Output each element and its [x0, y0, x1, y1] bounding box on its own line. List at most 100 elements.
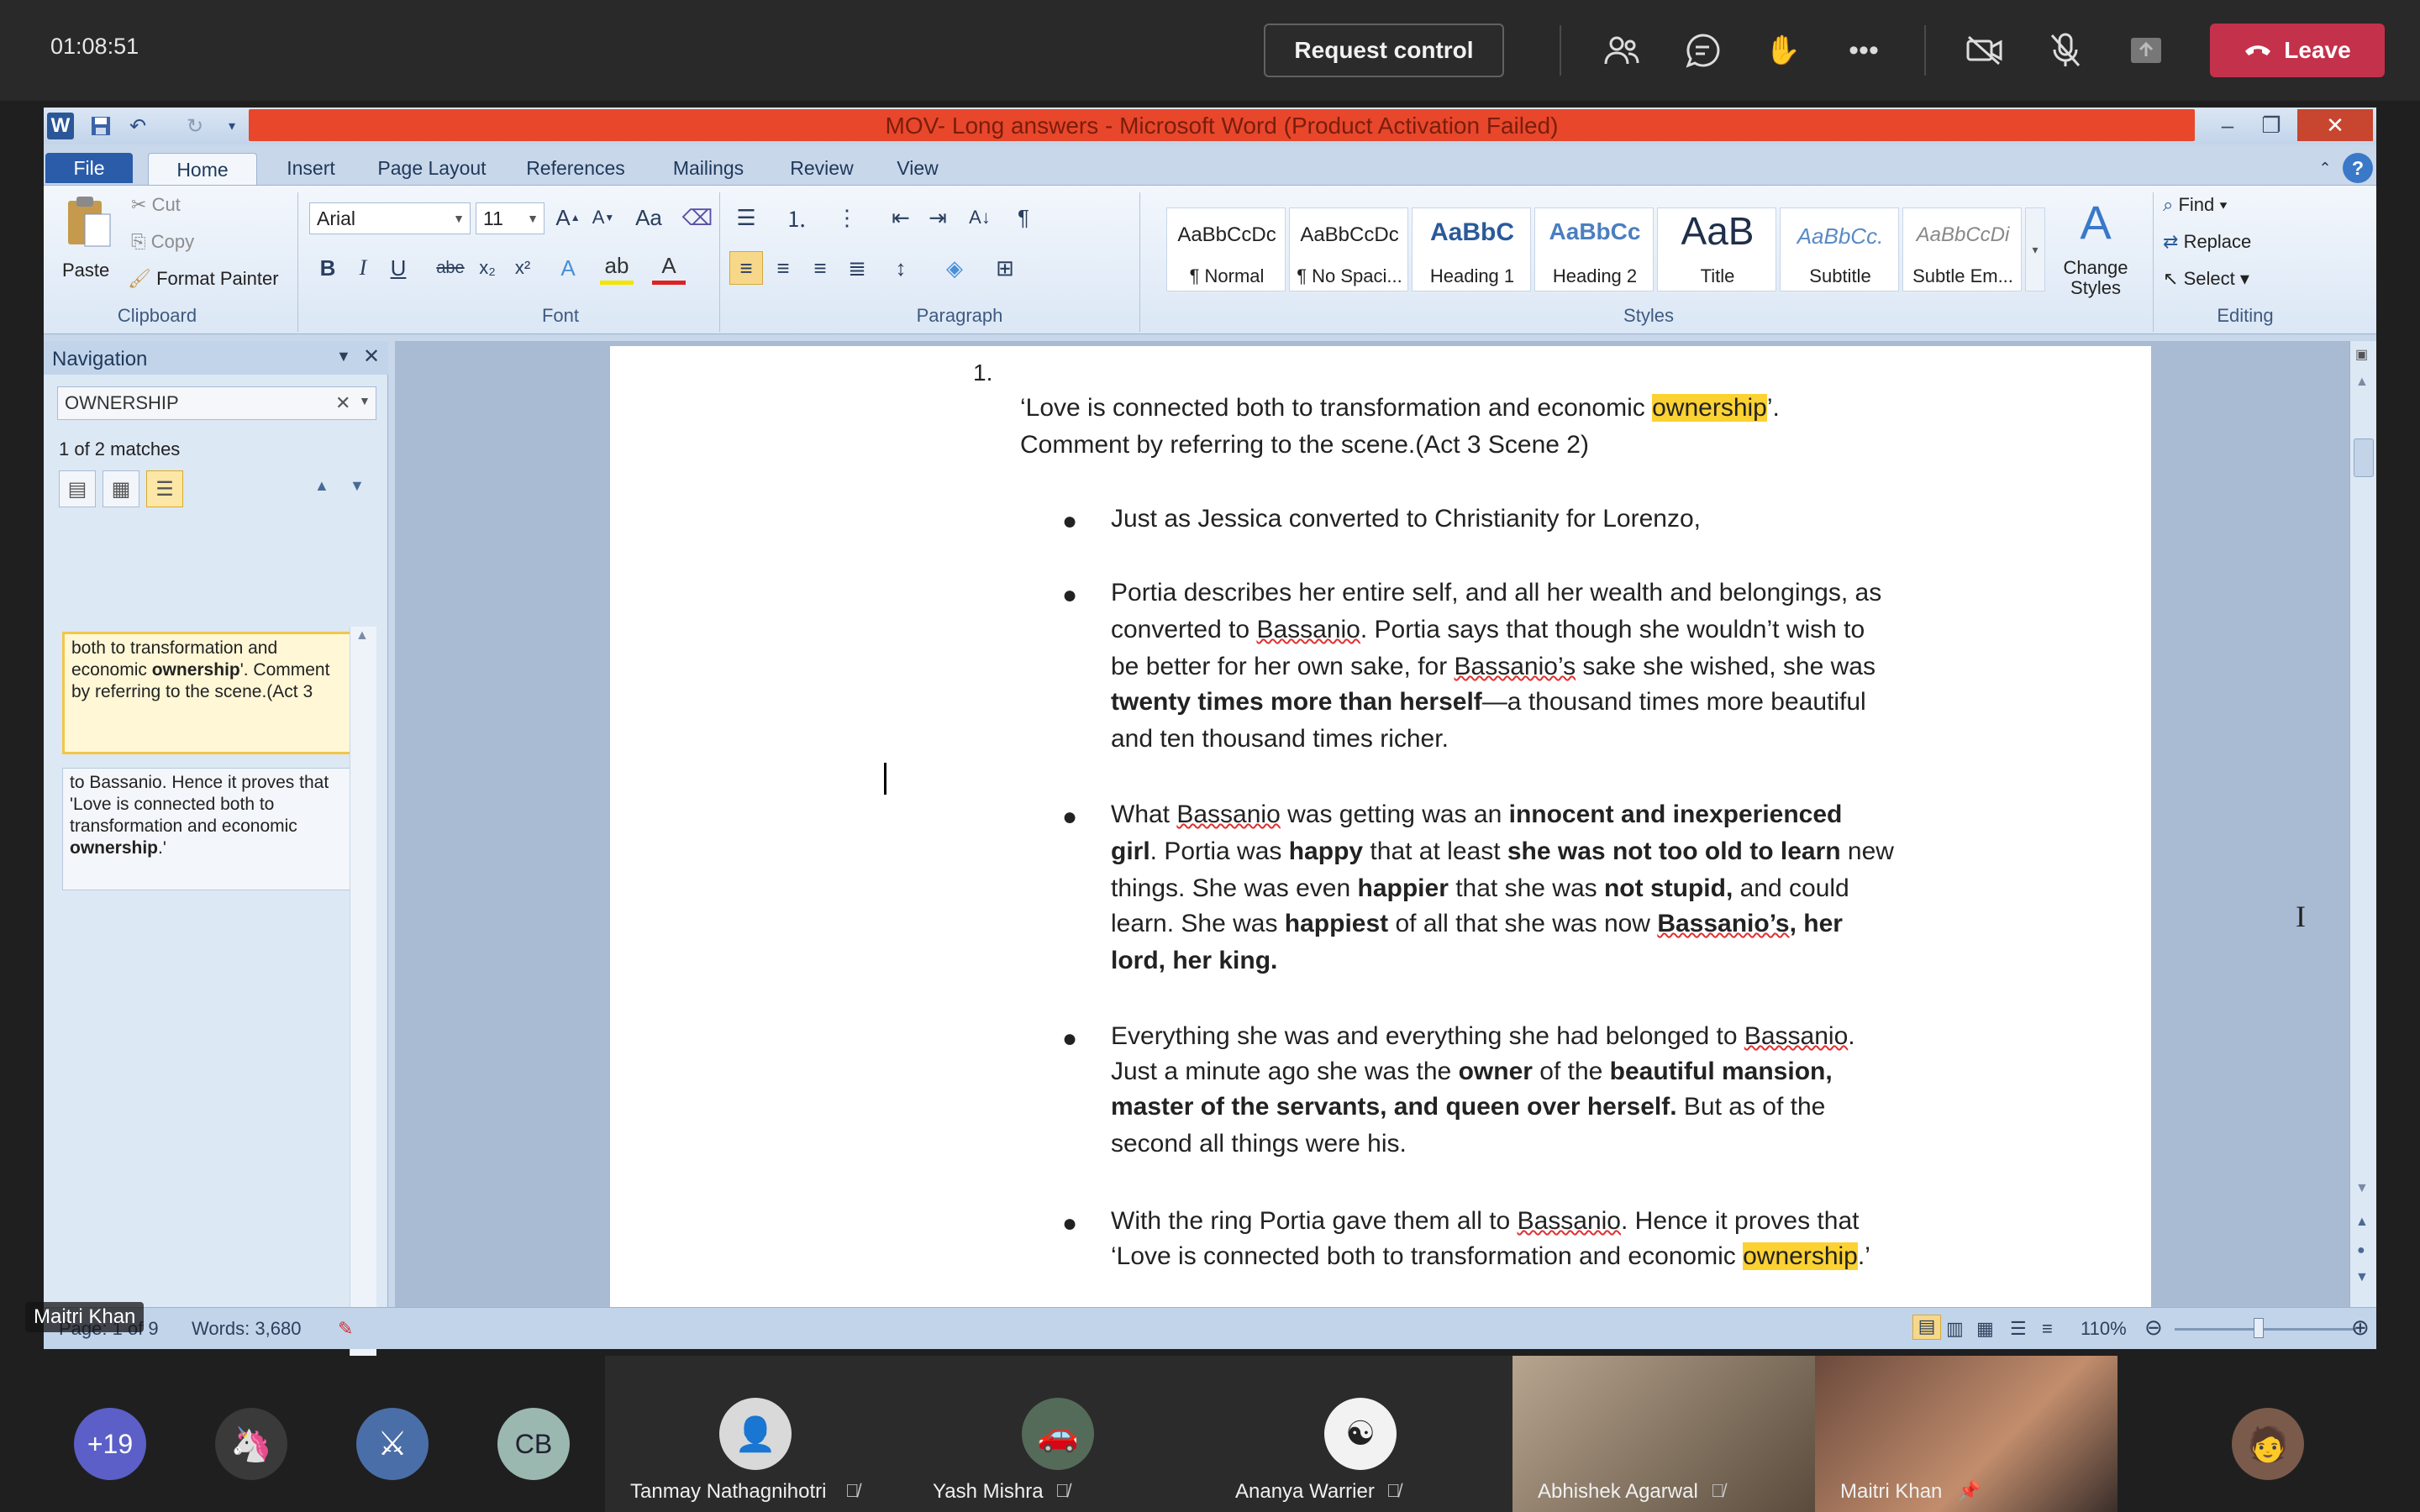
align-center-icon[interactable]: ≡	[766, 251, 800, 285]
numbering-icon[interactable]: ⒈	[780, 201, 813, 234]
italic-icon[interactable]: I	[346, 251, 380, 285]
request-control-button[interactable]: Request control	[1264, 24, 1504, 77]
underline-icon[interactable]: U	[381, 251, 415, 285]
tab-file[interactable]: File	[45, 153, 133, 183]
font-color-icon[interactable]: A	[652, 251, 686, 285]
share-tray-icon[interactable]	[2124, 29, 2168, 72]
browse-headings-icon[interactable]: ▤	[59, 470, 96, 507]
tab-page-layout[interactable]: Page Layout	[360, 153, 504, 183]
line-spacing-icon[interactable]: ↕	[884, 251, 918, 285]
replace-button[interactable]: ⇄ Replace	[2163, 231, 2251, 253]
style-subtle-emphasis[interactable]: AaBbCcDi Subtle Em...	[1902, 207, 2022, 291]
minimize-icon[interactable]: ‒	[2207, 109, 2249, 141]
change-styles-button[interactable]: Change Styles	[2055, 258, 2136, 298]
search-options-icon[interactable]: ▼	[359, 394, 371, 407]
full-screen-reading-icon[interactable]: ▥	[1946, 1318, 1964, 1340]
browse-results-icon[interactable]: ☰	[146, 470, 183, 507]
word-logo-icon[interactable]: W	[47, 113, 74, 139]
proofing-icon[interactable]: ✎	[338, 1318, 353, 1340]
clear-search-icon[interactable]: ✕	[335, 392, 350, 414]
minimize-ribbon-icon[interactable]: ⌃	[2312, 153, 2338, 183]
word-count[interactable]: Words: 3,680	[192, 1318, 301, 1340]
style-no-spacing[interactable]: AaBbCcDc ¶ No Spaci...	[1289, 207, 1408, 291]
change-case-icon[interactable]: Aa	[632, 201, 666, 234]
zoom-in-icon[interactable]: ⊕	[2351, 1315, 2370, 1341]
tab-mailings[interactable]: Mailings	[647, 153, 770, 183]
nav-menu-icon[interactable]: ▼	[336, 348, 351, 365]
grow-font-icon[interactable]: A ▲	[551, 201, 585, 234]
copy-button[interactable]: ⎘ Copy	[131, 231, 194, 253]
shrink-font-icon[interactable]: A ▼	[587, 201, 620, 234]
scroll-up-icon[interactable]: ▲	[355, 628, 369, 643]
draft-icon[interactable]: ≡	[2042, 1318, 2053, 1340]
search-result-item[interactable]: to Bassanio. Hence it proves that 'Love …	[62, 768, 361, 890]
borders-icon[interactable]: ⊞	[988, 251, 1022, 285]
tab-home[interactable]: Home	[148, 153, 257, 186]
scroll-down-icon[interactable]: ▼	[2355, 1181, 2369, 1196]
outline-icon[interactable]: ☰	[2010, 1318, 2027, 1340]
close-icon[interactable]: ✕	[2297, 109, 2373, 141]
document-area[interactable]: 1. ‘Love is connected both to transforma…	[395, 341, 2349, 1307]
style-heading-1[interactable]: AaBbC Heading 1	[1412, 207, 1531, 291]
save-icon[interactable]	[87, 113, 114, 139]
customize-qat-icon[interactable]: ▾	[218, 113, 245, 139]
web-layout-icon[interactable]: ▦	[1976, 1318, 1994, 1340]
paste-icon[interactable]	[59, 192, 118, 251]
scroll-up-icon[interactable]: ▲	[2355, 375, 2369, 390]
leave-button[interactable]: Leave	[2210, 24, 2385, 77]
show-formatting-icon[interactable]: ¶	[1007, 201, 1040, 234]
strikethrough-icon[interactable]: abe	[434, 251, 467, 285]
zoom-slider-thumb[interactable]	[2254, 1318, 2264, 1338]
avatar[interactable]: 🦄	[215, 1408, 287, 1480]
style-title[interactable]: AaB Title	[1657, 207, 1776, 291]
subscript-icon[interactable]: x₂	[471, 251, 504, 285]
shading-icon[interactable]: ◈	[938, 251, 971, 285]
bold-icon[interactable]: B	[311, 251, 345, 285]
browse-object-icon[interactable]: ●	[2357, 1243, 2365, 1258]
multilevel-list-icon[interactable]: ⋮	[830, 201, 864, 234]
paste-button[interactable]: Paste	[62, 260, 109, 281]
zoom-slider[interactable]	[2175, 1328, 2356, 1331]
sort-icon[interactable]: A↓	[963, 201, 997, 234]
bullets-icon[interactable]: ☰	[729, 201, 763, 234]
print-layout-icon[interactable]: ▤	[1912, 1315, 1941, 1340]
camera-off-icon[interactable]	[1963, 29, 2007, 72]
tab-insert[interactable]: Insert	[262, 153, 360, 183]
undo-icon[interactable]: ↶	[124, 113, 151, 139]
chat-icon[interactable]	[1681, 29, 1724, 72]
format-painter-button[interactable]: 🖌 Format Painter	[128, 268, 279, 290]
scroll-thumb[interactable]	[2354, 438, 2374, 477]
avatar[interactable]: 🧑	[2232, 1408, 2304, 1480]
avatar[interactable]: ⚔	[356, 1408, 429, 1480]
navigation-search-input[interactable]: OWNERSHIP ✕ ▼	[57, 386, 376, 420]
help-icon[interactable]: ?	[2343, 153, 2373, 183]
raise-hand-icon[interactable]: ✋	[1761, 29, 1805, 72]
tab-review[interactable]: Review	[770, 153, 874, 183]
restore-icon[interactable]: ❐	[2250, 109, 2292, 141]
tab-view[interactable]: View	[874, 153, 961, 183]
font-name-select[interactable]: Arial ▼	[309, 202, 471, 234]
document-page[interactable]: 1. ‘Love is connected both to transforma…	[610, 346, 2151, 1307]
style-subtitle[interactable]: AaBbCc. Subtitle	[1780, 207, 1899, 291]
text-effects-icon[interactable]: A	[551, 251, 585, 285]
clear-formatting-icon[interactable]: ⌫	[681, 201, 714, 234]
change-styles-icon[interactable]: A	[2062, 192, 2129, 251]
find-button[interactable]: ⌕ Find ▾	[2163, 194, 2228, 216]
justify-icon[interactable]: ≣	[840, 251, 874, 285]
nav-close-icon[interactable]: ✕	[363, 344, 380, 369]
previous-page-icon[interactable]: ▲	[2355, 1215, 2369, 1230]
zoom-level[interactable]: 110%	[2081, 1318, 2127, 1340]
cut-button[interactable]: ✂ Cut	[131, 194, 181, 216]
ruler-toggle-icon[interactable]: ▣	[2355, 346, 2368, 363]
increase-indent-icon[interactable]: ⇥	[921, 201, 955, 234]
browse-pages-icon[interactable]: ▦	[103, 470, 139, 507]
styles-scroll-icon[interactable]: ▾	[2025, 207, 2045, 291]
font-size-select[interactable]: 11 ▼	[476, 202, 544, 234]
more-options-icon[interactable]: •••	[1842, 29, 1886, 72]
superscript-icon[interactable]: x²	[506, 251, 539, 285]
align-right-icon[interactable]: ≡	[803, 251, 837, 285]
navigation-scrollbar[interactable]: ▲ ▼	[350, 627, 376, 1408]
more-participants-button[interactable]: +19	[74, 1408, 146, 1480]
align-left-icon[interactable]: ≡	[729, 251, 763, 285]
people-icon[interactable]	[1600, 29, 1644, 72]
